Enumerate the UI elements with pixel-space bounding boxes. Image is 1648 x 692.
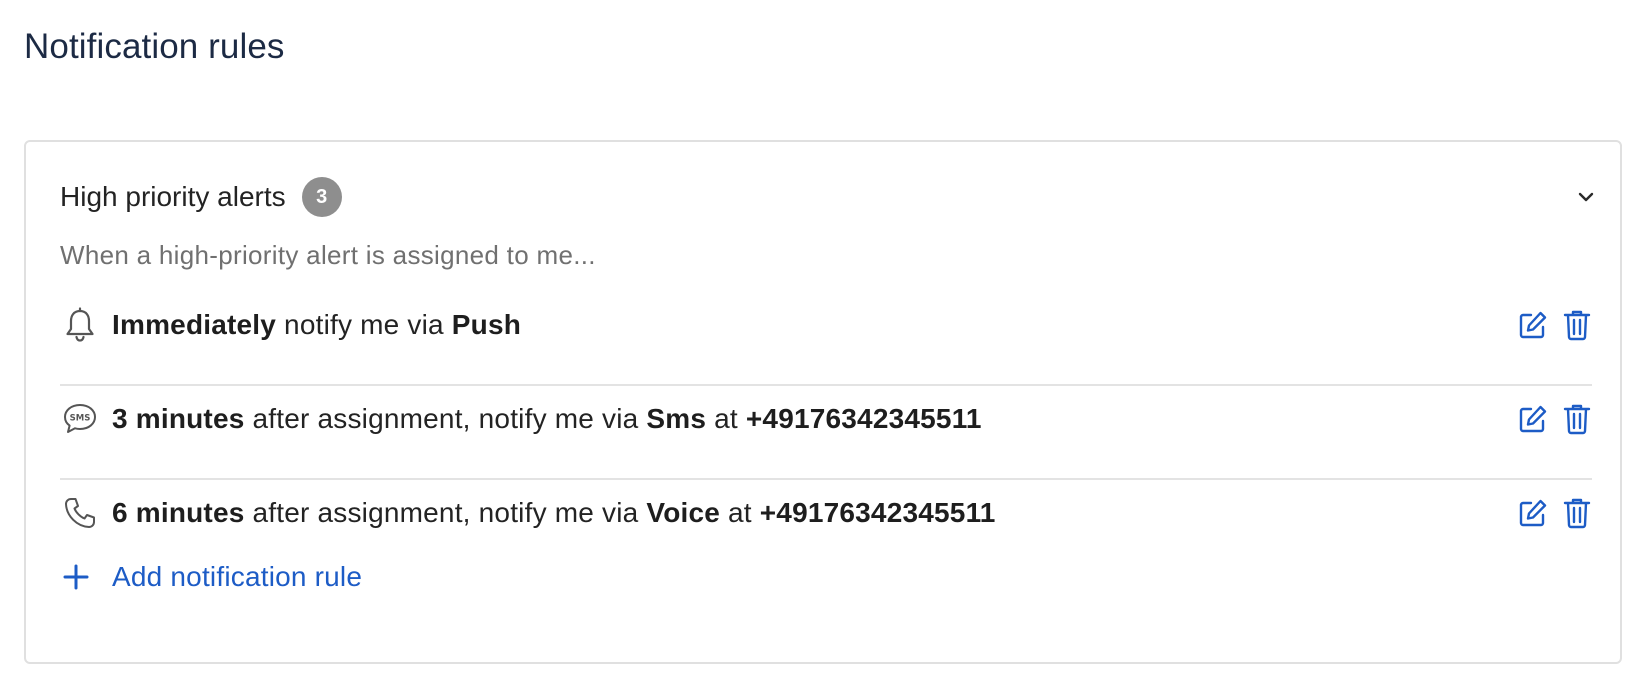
rule-actions [1518,399,1592,439]
edit-button[interactable] [1518,309,1548,341]
rule-contact: +49176342345511 [759,497,996,528]
edit-button[interactable] [1518,497,1548,529]
rule-connector-at: at [720,497,760,528]
edit-icon [1519,311,1547,339]
rule-connector: after assignment, notify me via [244,497,647,528]
delete-button[interactable] [1562,403,1592,435]
delete-button[interactable] [1562,309,1592,341]
bell-icon [60,305,100,345]
trash-icon [1563,310,1591,341]
rule-timing: Immediately [112,309,277,340]
svg-text:SMS: SMS [70,414,91,424]
rule-timing: 3 minutes [112,403,245,434]
section-description: When a high-priority alert is assigned t… [60,240,596,270]
rule-channel: Voice [646,497,721,528]
trash-icon [1563,498,1591,529]
rule-row: SMS 3 minutes after assignment, notify m… [60,386,1592,480]
rule-text: 6 minutes after assignment, notify me vi… [112,493,996,533]
plus-icon [62,563,90,591]
card-header: High priority alerts 3 [60,176,342,218]
rule-contact: +49176342345511 [745,403,982,434]
edit-icon [1519,499,1547,527]
page-title: Notification rules [24,27,285,66]
trash-icon [1563,404,1591,435]
rule-connector: notify me via [276,309,452,340]
rule-actions [1518,493,1592,533]
notification-rules-card: High priority alerts 3 When a high-prior… [24,140,1622,664]
rule-connector: after assignment, notify me via [244,403,647,434]
rule-channel: Sms [646,403,707,434]
edit-button[interactable] [1518,403,1548,435]
rule-actions [1518,305,1592,345]
rule-text: 3 minutes after assignment, notify me vi… [112,399,982,439]
add-notification-rule-button[interactable]: Add notification rule [62,557,362,597]
add-rule-label: Add notification rule [112,561,363,592]
chevron-down-icon [1578,192,1594,202]
sms-icon: SMS [60,399,100,439]
delete-button[interactable] [1562,497,1592,529]
section-title: High priority alerts [60,181,286,212]
rule-count-badge: 3 [301,177,342,217]
rule-channel: Push [451,309,522,340]
edit-icon [1519,405,1547,433]
rule-text: Immediately notify me via Push [112,305,521,345]
rule-timing: 6 minutes [112,497,245,528]
rule-row: Immediately notify me via Push [60,292,1592,386]
phone-icon [60,493,100,533]
rule-connector-at: at [706,403,746,434]
collapse-button[interactable] [1574,185,1598,209]
